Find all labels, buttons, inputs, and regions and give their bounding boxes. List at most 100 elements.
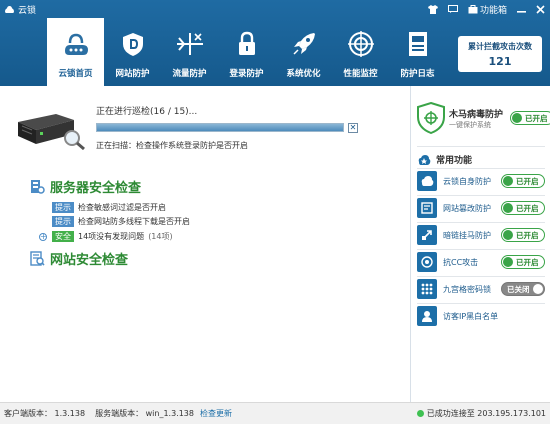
check-item-text: 检查敏感词过滤是否开启 <box>78 203 166 212</box>
check-update-link[interactable]: 检查更新 <box>200 408 232 419</box>
tip-tag: 提示 <box>52 216 74 227</box>
window-controls: 功能箱 <box>423 0 550 18</box>
app-title-text: 云锁 <box>18 6 37 16</box>
check-item: 提示 检查敏感词过滤是否开启 <box>52 202 166 213</box>
close-icon <box>536 4 545 14</box>
feature-row-grid-lock: 九宫格密码锁 已关闭 <box>417 278 545 300</box>
connection-text: 已成功连接至 203.195.173.101 <box>426 409 546 418</box>
trojan-shield-icon <box>417 102 445 134</box>
minimize-icon <box>517 10 526 13</box>
nav-label: 云锁首页 <box>58 69 93 79</box>
feature-toggle[interactable]: 已关闭 <box>501 282 545 296</box>
feature-toggle[interactable]: 已开启 <box>501 255 545 269</box>
feature-toggle[interactable]: 已开启 <box>501 174 545 188</box>
feature-label[interactable]: 暗链挂马防护 <box>443 230 501 241</box>
cloud-logo-icon <box>4 5 15 14</box>
expand-safe-items-button[interactable]: + <box>39 233 47 241</box>
shirt-icon <box>427 4 438 14</box>
divider <box>417 146 545 147</box>
toggle-label: 已关闭 <box>507 284 530 294</box>
server-check-title-text: 服务器安全检查 <box>50 181 142 196</box>
toggle-label: 已开启 <box>516 257 539 267</box>
main-panel: 正在进行巡检(16 / 15)... ✕ 正在扫描：检查操作系统登录防护是否开启… <box>0 86 410 402</box>
rocket-icon <box>289 29 319 59</box>
divider <box>417 168 545 169</box>
feature-label[interactable]: 九宫格密码锁 <box>443 284 501 295</box>
toggle-label: 已开启 <box>516 230 539 240</box>
server-check-icon <box>31 180 45 194</box>
nav-home[interactable]: 云锁首页 <box>47 18 104 86</box>
safe-summary-row: 安全 14项没有发现问题 (14项) <box>52 231 173 242</box>
nav-system-optimize[interactable]: 系统优化 <box>275 18 332 86</box>
nav-label: 系统优化 <box>286 69 321 79</box>
header-bar: 云锁 功能箱 云锁首页 网站防护 流量防护 登录防护 系统优化 性能监控 防护日… <box>0 0 550 86</box>
feature-row-dark-link: 暗链挂马防护 已开启 <box>417 224 545 246</box>
common-functions-header: 常用功能 <box>417 153 472 166</box>
toggle-label: 已开启 <box>516 203 539 213</box>
cloud-self-icon <box>417 171 437 191</box>
toggle-knob <box>503 176 513 186</box>
nav-traffic-protect[interactable]: 流量防护 <box>161 18 218 86</box>
close-button[interactable] <box>531 0 550 18</box>
feature-toggle[interactable]: 已开启 <box>501 228 545 242</box>
nav-label: 防护日志 <box>400 69 435 79</box>
function-box-label: 功能箱 <box>479 5 507 16</box>
minimize-button[interactable] <box>512 0 531 18</box>
app-title: 云锁 <box>4 3 36 16</box>
message-icon <box>447 5 458 13</box>
feature-label[interactable]: 云锁自身防护 <box>443 176 501 187</box>
skin-button[interactable] <box>423 0 443 18</box>
toggle-knob <box>512 113 522 123</box>
function-box-icon <box>468 4 478 13</box>
main-nav: 云锁首页 网站防护 流量防护 登录防护 系统优化 性能监控 防护日志 <box>47 18 446 86</box>
web-check-section-title: 网站安全检查 <box>30 249 128 268</box>
nav-performance[interactable]: 性能监控 <box>332 18 389 86</box>
counter-value: 121 <box>488 55 512 68</box>
scan-status: 正在扫描：检查操作系统登录防护是否开启 <box>96 141 248 150</box>
divider <box>417 222 545 223</box>
toggle-label: 已开启 <box>525 113 548 123</box>
feature-label[interactable]: 网站篡改防护 <box>443 203 501 214</box>
server-version: 服务端版本： win_1.3.138 <box>95 409 194 418</box>
trojan-toggle[interactable]: 已开启 <box>510 111 550 125</box>
scan-progress-fill <box>97 124 343 131</box>
toggle-knob <box>503 230 513 240</box>
cloud-lock-icon <box>61 29 91 59</box>
safe-summary-text: 14项没有发现问题 <box>78 232 145 241</box>
login-lock-icon <box>232 29 262 59</box>
toggle-knob <box>503 203 513 213</box>
feature-row-ip-list: 访客IP黑白名单 <box>417 305 545 327</box>
message-button[interactable] <box>443 0 463 18</box>
toggle-knob <box>533 284 543 294</box>
stop-scan-button[interactable]: ✕ <box>348 123 358 133</box>
nav-label: 性能监控 <box>343 69 378 79</box>
nav-protect-log[interactable]: 防护日志 <box>389 18 446 86</box>
monitor-target-icon <box>346 29 376 59</box>
tip-tag: 提示 <box>52 202 74 213</box>
feature-label[interactable]: 访客IP黑白名单 <box>443 311 545 322</box>
nav-login-protect[interactable]: 登录防护 <box>218 18 275 86</box>
traffic-icon <box>175 29 205 59</box>
trojan-subtitle: 一键保护系统 <box>449 121 491 129</box>
grid-lock-icon <box>417 279 437 299</box>
feature-label[interactable]: 抗CC攻击 <box>443 257 501 268</box>
feature-row-cloud-self: 云锁自身防护 已开启 <box>417 170 545 192</box>
ip-list-icon <box>417 306 437 326</box>
feature-toggle[interactable]: 已开启 <box>501 201 545 215</box>
nav-web-protect[interactable]: 网站防护 <box>104 18 161 86</box>
client-version: 客户端版本： 1.3.138 <box>4 409 86 418</box>
function-box-button[interactable]: 功能箱 <box>463 0 512 18</box>
feature-row-page-tamper: 网站篡改防护 已开启 <box>417 197 545 219</box>
trojan-title: 木马病毒防护 <box>449 110 504 120</box>
safe-tag: 安全 <box>52 231 74 242</box>
check-item-text: 检查网站防多线程下载是否开启 <box>78 217 190 226</box>
nav-label: 登录防护 <box>229 69 264 79</box>
feature-row-cc-attack: 抗CC攻击 已开启 <box>417 251 545 273</box>
common-functions-title: 常用功能 <box>436 156 473 166</box>
web-check-title-text: 网站安全检查 <box>50 253 129 268</box>
check-item: 提示 检查网站防多线程下载是否开启 <box>52 216 190 227</box>
trojan-protect-panel: 木马病毒防护 一键保护系统 已开启 <box>417 102 550 138</box>
safe-summary-count: (14项) <box>148 232 173 241</box>
scan-progress-bar <box>96 123 344 132</box>
divider <box>417 249 545 250</box>
